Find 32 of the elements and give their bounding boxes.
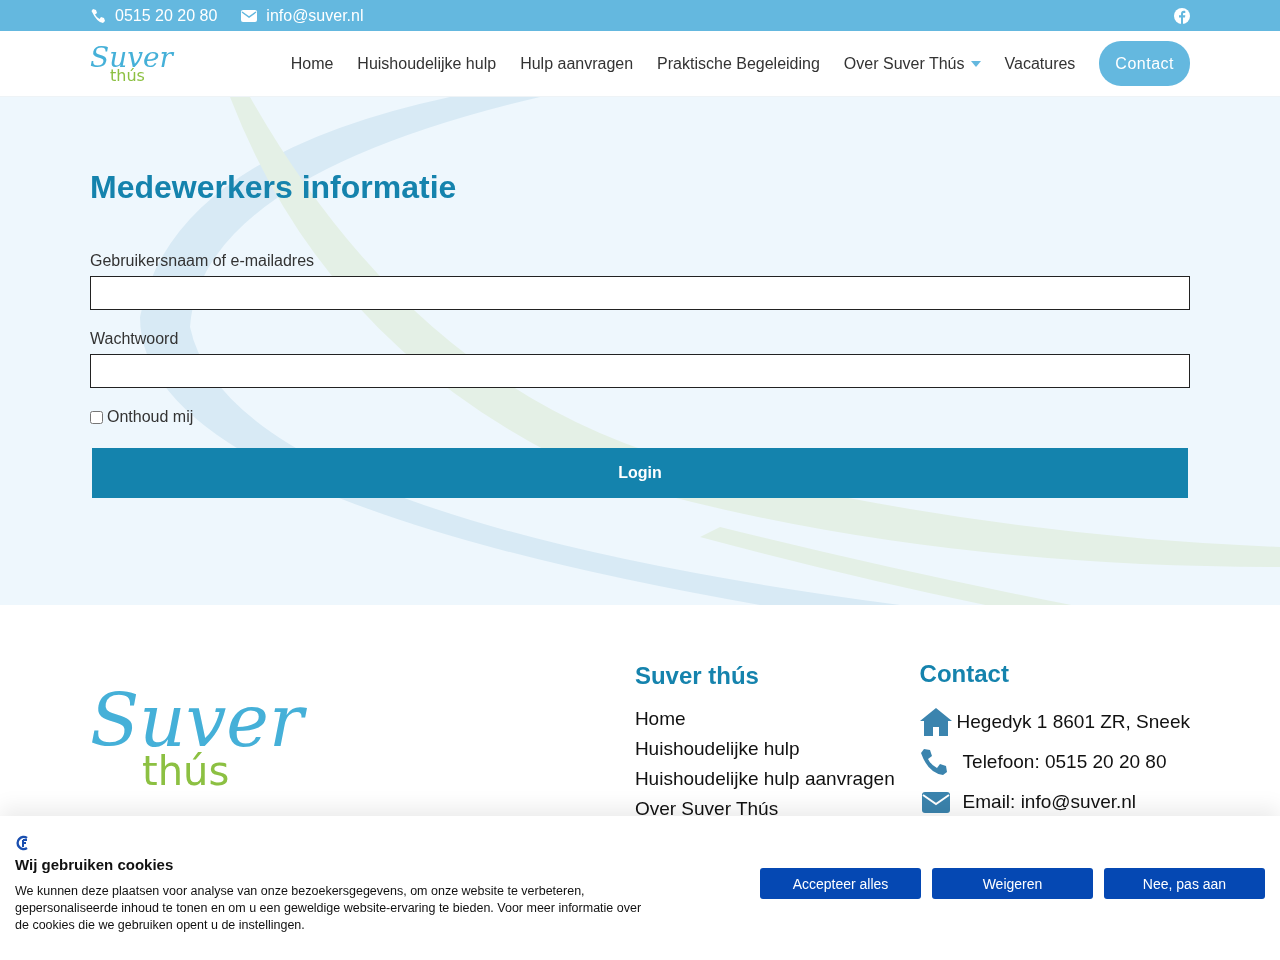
footer-link[interactable]: Huishoudelijke hulp [634, 734, 920, 764]
cookie-button[interactable]: Accepteer alles [760, 868, 921, 899]
input-field[interactable] [90, 276, 1190, 310]
home-icon [919, 708, 952, 736]
cookie-text: We kunnen deze plaatsen voor analyse van onze bezoekersgegevens, om onze website te verbeteren, gepersonaliseerde inhoud te tonen en om u een geweldige website-ervaring te bieden. Voor meer informatie over de cookies die we gebruiken opent u de instellingen. [15, 883, 643, 934]
cookie-title: Wij gebruiken cookies [15, 856, 175, 873]
login-button[interactable]: Login [92, 448, 1188, 498]
nav-link[interactable]: Huishoudelijke hulp [357, 54, 497, 73]
cookie-button[interactable]: Weigeren [932, 868, 1093, 899]
nav-link[interactable]: Hulp aanvragen [520, 54, 634, 73]
remember-label: Onthoud mij [107, 408, 194, 426]
cookie-button[interactable]: Nee, pas aan [1104, 868, 1265, 899]
caret-icon [970, 60, 981, 67]
footer-link[interactable]: Huishoudelijke hulp aanvragen [634, 764, 920, 794]
footer-link[interactable]: Home [634, 704, 920, 734]
footer-heading: Suver thús [634, 662, 760, 690]
remember-checkbox[interactable] [90, 410, 103, 424]
footer-heading: Contact [919, 660, 1010, 688]
field-label: Gebruikersnaam of e-mailadres [90, 252, 316, 270]
contact-text: Telefoon: 0515 20 20 80 [962, 751, 1167, 773]
contact-text: Email: info@suver.nl [962, 791, 1137, 813]
mail-icon [241, 7, 258, 24]
field-label: Wachtwoord [90, 330, 180, 348]
footer-logo: Suver thús [90, 685, 635, 824]
input-field[interactable] [90, 354, 1190, 388]
page-title: Medewerkers informatie [90, 169, 458, 206]
nav-link[interactable]: Vacatures [1004, 54, 1076, 73]
nav-link[interactable]: Praktische Begeleiding [657, 54, 820, 73]
contact-text: Hegedyk 1 8601 ZR, Sneek [956, 711, 1190, 733]
nav-link[interactable]: Home [290, 54, 334, 73]
phone-icon [90, 7, 106, 24]
nav-link[interactable]: Over Suver Thús [843, 54, 981, 73]
